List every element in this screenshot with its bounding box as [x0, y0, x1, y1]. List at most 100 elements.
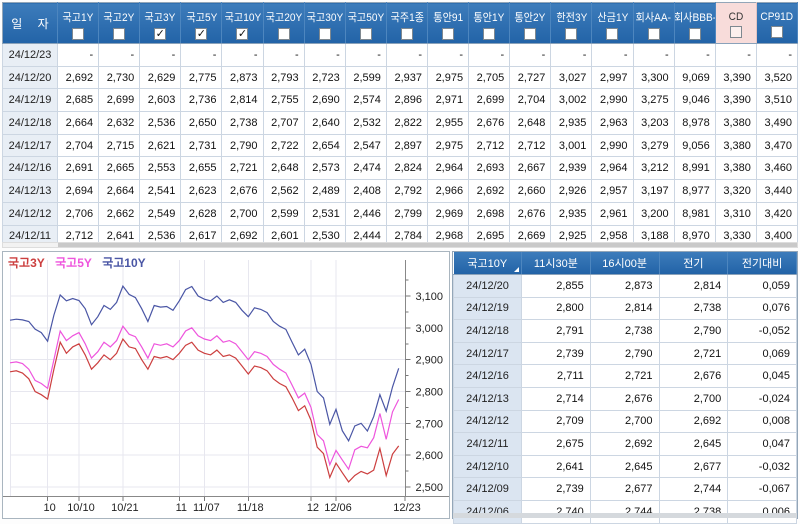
table-row[interactable]: 24/12/122,7092,7002,6920,008 — [454, 410, 797, 433]
table-row[interactable]: 24/12/132,7142,6762,700-0,024 — [454, 387, 797, 410]
column-header-통안91[interactable]: 통안91 — [427, 3, 468, 44]
change-cell: -0,067 — [728, 478, 797, 501]
value-cell: 2,957 — [592, 180, 633, 203]
table-row[interactable]: 24/12/062,7402,7442,7380,006 — [454, 500, 797, 523]
value-cell: 3,212 — [633, 157, 674, 180]
checked-checkbox[interactable]: ✓ — [195, 28, 207, 40]
value-cell: 2,721 — [222, 157, 263, 180]
column-header-한전3Y[interactable]: 한전3Y — [551, 3, 592, 44]
column-header-국고10Y[interactable]: 국고10Y✓ — [222, 3, 263, 44]
column-header-회사AA-[interactable]: 회사AA- — [633, 3, 674, 44]
date-column-header[interactable]: 일 자 — [3, 3, 58, 44]
value-cell: 2,939 — [551, 157, 592, 180]
horizontal-scrollbar[interactable] — [2, 242, 798, 248]
table-row[interactable]: 24/12/102,6412,6452,677-0,032 — [454, 455, 797, 478]
unchecked-checkbox[interactable] — [689, 28, 701, 40]
value-cell: 2,775 — [181, 66, 222, 89]
table-row[interactable]: 24/12/162,6912,6652,5532,6552,7212,6482,… — [3, 157, 798, 180]
table-row[interactable]: 24/12/162,7112,7212,6760,045 — [454, 365, 797, 388]
column-header-국고5Y[interactable]: 국고5Y✓ — [181, 3, 222, 44]
unchecked-checkbox[interactable] — [524, 28, 536, 40]
value-cell: 2,964 — [427, 157, 468, 180]
column-header-통안2Y[interactable]: 통안2Y — [510, 3, 551, 44]
value-cell: 2,714 — [522, 387, 591, 410]
column-header-change[interactable]: 전기대비 — [728, 252, 797, 275]
unchecked-checkbox[interactable] — [648, 28, 660, 40]
date-cell: 24/12/23 — [3, 44, 58, 67]
table-row[interactable]: 24/12/202,6922,7302,6292,7752,8732,7932,… — [3, 66, 798, 89]
table-row[interactable]: 24/12/092,7392,6772,744-0,067 — [454, 478, 797, 501]
value-cell: 2,822 — [386, 112, 427, 135]
table-row[interactable]: 24/12/172,7392,7902,7210,069 — [454, 342, 797, 365]
table-row[interactable]: 24/12/192,8002,8142,7380,076 — [454, 297, 797, 320]
unchecked-checkbox[interactable] — [442, 28, 454, 40]
table-row[interactable]: 24/12/192,6852,6992,6032,7362,8142,7552,… — [3, 89, 798, 112]
unchecked-checkbox[interactable] — [771, 26, 783, 38]
column-header-국고20Y[interactable]: 국고20Y — [263, 3, 304, 44]
column-header-국고1Y[interactable]: 국고1Y — [58, 3, 99, 44]
column-header-ktb10y[interactable]: 국고10Y — [454, 252, 522, 275]
unchecked-checkbox[interactable] — [730, 26, 742, 38]
table-row[interactable]: 24/12/122,7062,6622,5492,6282,7002,5992,… — [3, 202, 798, 225]
legend-item-ktb3y: 국고3Y — [8, 256, 45, 270]
unchecked-checkbox[interactable] — [72, 28, 84, 40]
column-header-통안1Y[interactable]: 통안1Y — [469, 3, 510, 44]
axis-label: 11 — [176, 502, 187, 514]
value-cell: 2,873 — [222, 66, 263, 89]
value-cell: 2,707 — [263, 112, 304, 135]
column-header-산금1Y[interactable]: 산금1Y — [592, 3, 633, 44]
unchecked-checkbox[interactable] — [278, 28, 290, 40]
unchecked-checkbox[interactable] — [565, 28, 577, 40]
value-cell: 2,541 — [140, 180, 181, 203]
value-cell: 3,027 — [551, 66, 592, 89]
scrollbar-thumb[interactable] — [58, 243, 797, 247]
table-row[interactable]: 24/12/172,7042,7152,6212,7312,7902,7222,… — [3, 134, 798, 157]
unchecked-checkbox[interactable] — [483, 28, 495, 40]
table-row[interactable]: 24/12/202,8552,8732,8140,059 — [454, 275, 797, 298]
column-header-CD[interactable]: CD — [715, 3, 756, 44]
value-cell: 3,320 — [715, 180, 756, 203]
unchecked-checkbox[interactable] — [401, 28, 413, 40]
date-cell: 24/12/13 — [3, 180, 58, 203]
checked-checkbox[interactable]: ✓ — [154, 28, 166, 40]
value-cell: 2,547 — [345, 134, 386, 157]
unchecked-checkbox[interactable] — [360, 28, 372, 40]
unchecked-checkbox[interactable] — [606, 28, 618, 40]
date-cell: 24/12/16 — [454, 365, 522, 388]
value-cell: 2,699 — [99, 89, 140, 112]
column-header-국고3Y[interactable]: 국고3Y✓ — [140, 3, 181, 44]
table-row[interactable]: 24/12/182,7912,7382,790-0,052 — [454, 320, 797, 343]
column-header-회사BBB-[interactable]: 회사BBB- — [674, 3, 715, 44]
column-header-국고2Y[interactable]: 국고2Y — [99, 3, 140, 44]
unchecked-checkbox[interactable] — [319, 28, 331, 40]
value-cell: 2,474 — [345, 157, 386, 180]
date-cell: 24/12/18 — [3, 112, 58, 135]
axis-label: 3,000 — [415, 323, 443, 335]
column-header-CP91D[interactable]: CP91D — [756, 3, 797, 44]
value-cell: 2,654 — [304, 134, 345, 157]
column-header-prev[interactable]: 전기 — [659, 252, 728, 275]
table-row[interactable]: 24/12/23------------------ — [3, 44, 798, 67]
column-header-국주1종[interactable]: 국주1종 — [386, 3, 427, 44]
date-cell: 24/12/09 — [454, 478, 522, 501]
value-cell: 2,662 — [99, 202, 140, 225]
value-cell: 2,711 — [522, 365, 591, 388]
horizontal-scrollbar[interactable] — [453, 513, 797, 518]
column-label: 국주1종 — [390, 9, 424, 25]
column-header-국고50Y[interactable]: 국고50Y — [345, 3, 386, 44]
axis-label: 12/06 — [324, 502, 352, 514]
value-cell: 9,046 — [674, 89, 715, 112]
unchecked-checkbox[interactable] — [113, 28, 125, 40]
column-header-1130[interactable]: 11시30분 — [522, 252, 591, 275]
column-header-1600[interactable]: 16시00분 — [590, 252, 659, 275]
table-row[interactable]: 24/12/132,6942,6642,5412,6232,6762,5622,… — [3, 180, 798, 203]
table-row[interactable]: 24/12/182,6642,6322,5362,6502,7382,7072,… — [3, 112, 798, 135]
value-cell: 3,520 — [756, 66, 797, 89]
value-cell: 2,700 — [222, 202, 263, 225]
column-label: CD — [728, 11, 743, 23]
column-header-국고30Y[interactable]: 국고30Y — [304, 3, 345, 44]
value-cell: - — [181, 44, 222, 67]
date-cell: 24/12/17 — [3, 134, 58, 157]
table-row[interactable]: 24/12/112,6752,6922,6450,047 — [454, 433, 797, 456]
checked-checkbox[interactable]: ✓ — [236, 28, 248, 40]
